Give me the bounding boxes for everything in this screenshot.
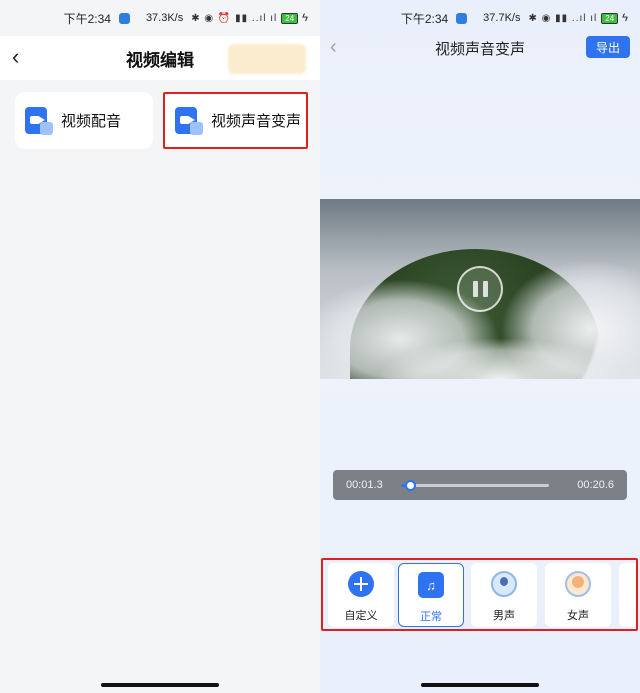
video-preview[interactable] <box>320 199 640 379</box>
home-indicator[interactable] <box>101 683 219 687</box>
voice-label: 自定义 <box>344 610 378 622</box>
voice-label: 正常 <box>420 611 442 623</box>
voice-more-partial[interactable] <box>619 563 636 627</box>
voice-female[interactable]: 女声 <box>545 563 611 627</box>
video-voice-change-card[interactable]: 视频声音变声 <box>163 92 308 149</box>
voice-custom[interactable]: 自定义 <box>328 563 394 627</box>
card-label: 视频配音 <box>61 113 122 130</box>
voice-male[interactable]: 男声 <box>471 563 537 627</box>
music-note-icon: ♫ <box>418 572 444 598</box>
playback-bar: 00:01.3 00:20.6 <box>333 470 627 500</box>
charging-icon: ϟ <box>302 12 308 24</box>
network-speed: 37.7K/s <box>483 12 521 24</box>
video-edit-screen: 下午2:34 37.3K/s ✱ ◉ ⏰ ▮▮ ..ıl ıl 24 ϟ ‹ 视… <box>0 0 320 693</box>
app-badge-icon <box>456 12 468 24</box>
video-dubbing-card[interactable]: 视频配音 <box>15 92 153 149</box>
status-time: 下午2:34 <box>400 11 449 26</box>
top-bar: ‹ 视频编辑 <box>0 36 320 80</box>
battery-icon: 24 <box>601 12 619 24</box>
top-bar: ‹ 视频声音变声 导出 <box>320 36 640 58</box>
total-time: 00:20.6 <box>577 479 614 491</box>
video-dubbing-icon <box>25 106 53 135</box>
seek-handle[interactable] <box>404 480 416 491</box>
app-badge-icon <box>118 12 130 24</box>
female-avatar-icon <box>565 571 591 597</box>
pause-icon[interactable] <box>457 266 503 312</box>
male-avatar-icon <box>491 571 517 597</box>
voice-normal[interactable]: ♫ 正常 <box>398 563 464 627</box>
current-time: 00:01.3 <box>346 479 383 491</box>
export-button[interactable]: 导出 <box>586 36 630 58</box>
voice-label: 男声 <box>493 610 515 622</box>
status-bar: 下午2:34 37.3K/s ✱ ◉ ⏰ ▮▮ ..ıl ıl 24 ϟ <box>0 0 320 36</box>
card-label: 视频声音变声 <box>211 113 302 130</box>
seek-track[interactable] <box>401 480 549 491</box>
home-indicator[interactable] <box>421 683 539 687</box>
charging-icon: ϟ <box>622 12 628 24</box>
add-icon <box>348 571 374 597</box>
network-speed: 37.3K/s <box>145 12 184 24</box>
status-bar: 下午2:34 37.7K/s ✱ ◉ ▮▮ ..ıl ıl 24 ϟ <box>320 0 640 36</box>
battery-icon: 24 <box>281 12 299 24</box>
voice-effect-list: 自定义 ♫ 正常 男声 女声 <box>321 558 638 631</box>
voice-label: 女声 <box>567 610 589 622</box>
status-icons: ✱ ◉ ⏰ ▮▮ ..ıl ıl <box>191 12 278 24</box>
cloud <box>380 339 620 379</box>
blurred-avatar <box>228 44 306 74</box>
video-voice-change-icon <box>175 106 203 135</box>
voice-change-screen: 下午2:34 37.7K/s ✱ ◉ ▮▮ ..ıl ıl 24 ϟ ‹ 视频声… <box>320 0 640 693</box>
status-time: 下午2:34 <box>63 11 111 26</box>
status-icons: ✱ ◉ ▮▮ ..ıl ıl <box>528 12 598 24</box>
